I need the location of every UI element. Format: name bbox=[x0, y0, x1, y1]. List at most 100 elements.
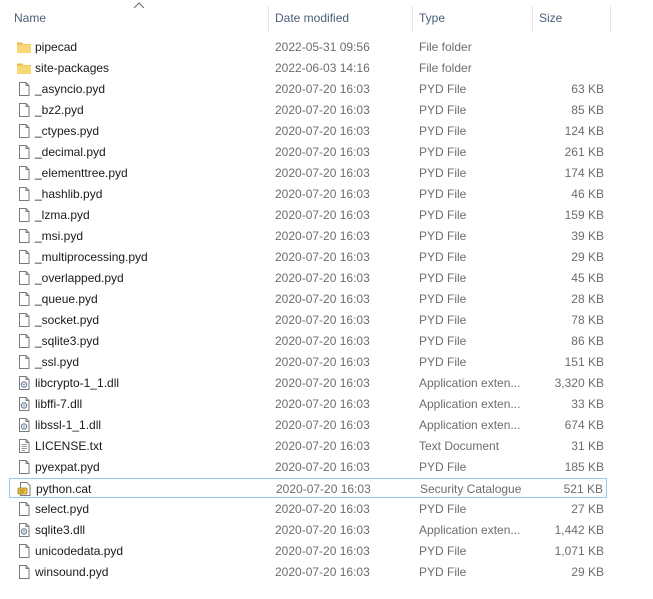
column-divider[interactable] bbox=[268, 6, 269, 32]
file-name: select.pyd bbox=[35, 502, 90, 516]
sort-ascending-icon bbox=[133, 2, 145, 9]
file-row[interactable]: _hashlib.pyd 2020-07-20 16:03 PYD File 46 K… bbox=[9, 184, 607, 204]
folder-icon bbox=[16, 39, 32, 55]
file-type: PYD File bbox=[419, 334, 467, 348]
file-type: File folder bbox=[419, 40, 472, 54]
column-divider[interactable] bbox=[532, 6, 533, 32]
file-row[interactable]: _queue.pyd 2020-07-20 16:03 PYD File 28 KB bbox=[9, 289, 607, 309]
file-size: 29 KB bbox=[571, 565, 604, 579]
file-size: 674 KB bbox=[564, 418, 604, 432]
file-name: unicodedata.pyd bbox=[35, 544, 124, 558]
file-type: PYD File bbox=[419, 187, 467, 201]
column-header: Name Date modified Type Size bbox=[0, 0, 653, 37]
file-date-modified: 2020-07-20 16:03 bbox=[275, 271, 370, 285]
file-row[interactable]: libffi-7.dll 2020-07-20 16:03 Application … bbox=[9, 394, 607, 414]
file-type: Application exten... bbox=[419, 376, 521, 390]
file-row[interactable]: _msi.pyd 2020-07-20 16:03 PYD File 39 KB bbox=[9, 226, 607, 246]
file-row[interactable]: pyexpat.pyd 2020-07-20 16:03 PYD File 185 K… bbox=[9, 457, 607, 477]
file-row[interactable]: _ctypes.pyd 2020-07-20 16:03 PYD File 124 K… bbox=[9, 121, 607, 141]
file-type: PYD File bbox=[419, 460, 467, 474]
file-name: LICENSE.txt bbox=[35, 439, 103, 453]
file-icon bbox=[16, 501, 32, 517]
file-date-modified: 2020-07-20 16:03 bbox=[275, 82, 370, 96]
file-icon bbox=[16, 354, 32, 370]
file-row[interactable]: _sqlite3.pyd 2020-07-20 16:03 PYD File 86 K… bbox=[9, 331, 607, 351]
column-divider[interactable] bbox=[610, 6, 611, 32]
file-date-modified: 2020-07-20 16:03 bbox=[276, 482, 371, 496]
file-row[interactable]: _decimal.pyd 2020-07-20 16:03 PYD File 261 … bbox=[9, 142, 607, 162]
file-row[interactable]: python.cat 2020-07-20 16:03 Security Catal… bbox=[9, 478, 607, 498]
file-size: 124 KB bbox=[564, 124, 604, 138]
file-size: 45 KB bbox=[571, 271, 604, 285]
column-header-name[interactable]: Name bbox=[14, 11, 46, 25]
file-type: PYD File bbox=[419, 82, 467, 96]
file-type: PYD File bbox=[419, 166, 467, 180]
file-type: PYD File bbox=[419, 229, 467, 243]
file-type: Security Catalogue bbox=[420, 482, 522, 496]
file-name: _decimal.pyd bbox=[35, 145, 106, 159]
file-date-modified: 2020-07-20 16:03 bbox=[275, 418, 370, 432]
file-row[interactable]: _lzma.pyd 2020-07-20 16:03 PYD File 159 KB bbox=[9, 205, 607, 225]
file-date-modified: 2020-07-20 16:03 bbox=[275, 544, 370, 558]
file-type: PYD File bbox=[419, 565, 467, 579]
file-row[interactable]: select.pyd 2020-07-20 16:03 PYD File 27 KB bbox=[9, 499, 607, 519]
file-icon bbox=[16, 270, 32, 286]
file-row[interactable]: _bz2.pyd 2020-07-20 16:03 PYD File 85 KB bbox=[9, 100, 607, 120]
file-row[interactable]: winsound.pyd 2020-07-20 16:03 PYD File 29 K… bbox=[9, 562, 607, 582]
file-date-modified: 2020-07-20 16:03 bbox=[275, 523, 370, 537]
file-name: _sqlite3.pyd bbox=[35, 334, 100, 348]
text-file-icon bbox=[16, 438, 32, 454]
file-row[interactable]: _asyncio.pyd 2020-07-20 16:03 PYD File 63 K… bbox=[9, 79, 607, 99]
file-size: 185 KB bbox=[564, 460, 604, 474]
file-name: _socket.pyd bbox=[35, 313, 100, 327]
file-type: PYD File bbox=[419, 145, 467, 159]
file-date-modified: 2020-07-20 16:03 bbox=[275, 376, 370, 390]
file-row[interactable]: libcrypto-1_1.dll 2020-07-20 16:03 Applica… bbox=[9, 373, 607, 393]
file-date-modified: 2020-07-20 16:03 bbox=[275, 439, 370, 453]
file-row[interactable]: _socket.pyd 2020-07-20 16:03 PYD File 78 KB bbox=[9, 310, 607, 330]
file-size: 86 KB bbox=[571, 334, 604, 348]
column-header-date-modified[interactable]: Date modified bbox=[275, 11, 349, 25]
file-type: PYD File bbox=[419, 313, 467, 327]
file-name: winsound.pyd bbox=[35, 565, 109, 579]
file-row[interactable]: _elementtree.pyd 2020-07-20 16:03 PYD File… bbox=[9, 163, 607, 183]
file-date-modified: 2020-07-20 16:03 bbox=[275, 103, 370, 117]
file-name: site-packages bbox=[35, 61, 110, 75]
file-row[interactable]: libssl-1_1.dll 2020-07-20 16:03 Applicatio… bbox=[9, 415, 607, 435]
file-name: python.cat bbox=[36, 482, 92, 496]
file-icon bbox=[16, 228, 32, 244]
file-name: _lzma.pyd bbox=[35, 208, 90, 222]
file-name: _ssl.pyd bbox=[35, 355, 80, 369]
file-size: 159 KB bbox=[564, 208, 604, 222]
file-row[interactable]: site-packages 2022-06-03 14:16 File folder bbox=[9, 58, 607, 78]
file-icon bbox=[16, 186, 32, 202]
column-divider[interactable] bbox=[412, 6, 413, 32]
file-size: 151 KB bbox=[564, 355, 604, 369]
file-date-modified: 2020-07-20 16:03 bbox=[275, 355, 370, 369]
file-row[interactable]: sqlite3.dll 2020-07-20 16:03 Application e… bbox=[9, 520, 607, 540]
file-type: PYD File bbox=[419, 124, 467, 138]
file-name: pipecad bbox=[35, 40, 78, 54]
file-date-modified: 2020-07-20 16:03 bbox=[275, 334, 370, 348]
dll-icon bbox=[16, 375, 32, 391]
file-icon bbox=[16, 564, 32, 580]
file-row[interactable]: _ssl.pyd 2020-07-20 16:03 PYD File 151 KB bbox=[9, 352, 607, 372]
file-icon bbox=[16, 291, 32, 307]
file-row[interactable]: _overlapped.pyd 2020-07-20 16:03 PYD File 4… bbox=[9, 268, 607, 288]
file-size: 46 KB bbox=[571, 187, 604, 201]
security-catalog-icon bbox=[17, 481, 33, 497]
file-date-modified: 2020-07-20 16:03 bbox=[275, 397, 370, 411]
file-row[interactable]: LICENSE.txt 2020-07-20 16:03 Text Document… bbox=[9, 436, 607, 456]
file-row[interactable]: unicodedata.pyd 2020-07-20 16:03 PYD File 1… bbox=[9, 541, 607, 561]
file-date-modified: 2022-06-03 14:16 bbox=[275, 61, 370, 75]
column-header-size[interactable]: Size bbox=[539, 11, 562, 25]
dll-icon bbox=[16, 396, 32, 412]
file-row[interactable]: _multiprocessing.pyd 2020-07-20 16:03 PYD … bbox=[9, 247, 607, 267]
file-row[interactable]: pipecad 2022-05-31 09:56 File folder bbox=[9, 37, 607, 57]
file-date-modified: 2020-07-20 16:03 bbox=[275, 166, 370, 180]
file-size: 29 KB bbox=[571, 250, 604, 264]
column-header-type[interactable]: Type bbox=[419, 11, 445, 25]
file-date-modified: 2022-05-31 09:56 bbox=[275, 40, 370, 54]
file-type: File folder bbox=[419, 61, 472, 75]
file-date-modified: 2020-07-20 16:03 bbox=[275, 124, 370, 138]
